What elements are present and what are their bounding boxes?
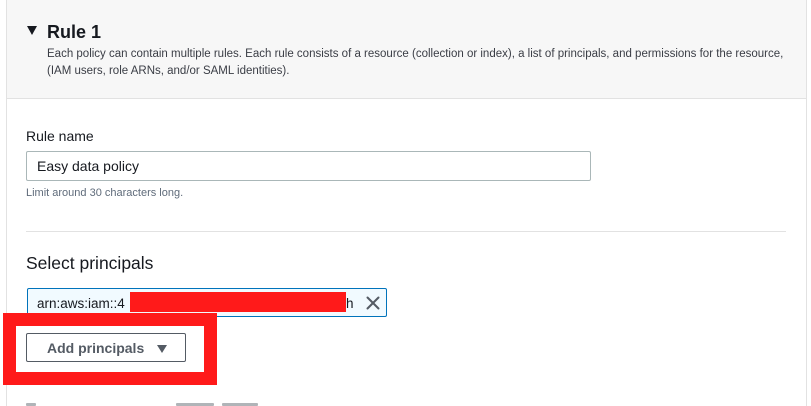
- rule-editor-panel: Rule 1 Each policy can contain multiple …: [0, 0, 811, 406]
- rule-name-label: Rule name: [26, 128, 94, 144]
- section-divider: [26, 231, 786, 232]
- add-principals-label: Add principals: [47, 340, 145, 356]
- select-principals-heading: Select principals: [26, 253, 154, 273]
- close-icon[interactable]: [364, 294, 382, 312]
- rule-name-input[interactable]: [26, 151, 591, 181]
- expand-caret-icon[interactable]: [27, 26, 37, 35]
- rule-title: Rule 1: [47, 22, 102, 42]
- rule-section-header[interactable]: Rule 1 Each policy can contain multiple …: [6, 0, 807, 99]
- redaction-bar: [130, 292, 346, 312]
- clipped-next-line: [26, 399, 286, 406]
- principal-arn-suffix: h: [346, 296, 354, 311]
- principal-arn-prefix: arn:aws:iam::4: [37, 296, 125, 311]
- rule-name-hint: Limit around 30 characters long.: [26, 187, 184, 199]
- rule-description: Each policy can contain multiple rules. …: [47, 48, 784, 77]
- add-principals-button[interactable]: Add principals: [26, 333, 186, 362]
- caret-down-icon: [157, 345, 167, 353]
- panel-right-border: [806, 99, 807, 406]
